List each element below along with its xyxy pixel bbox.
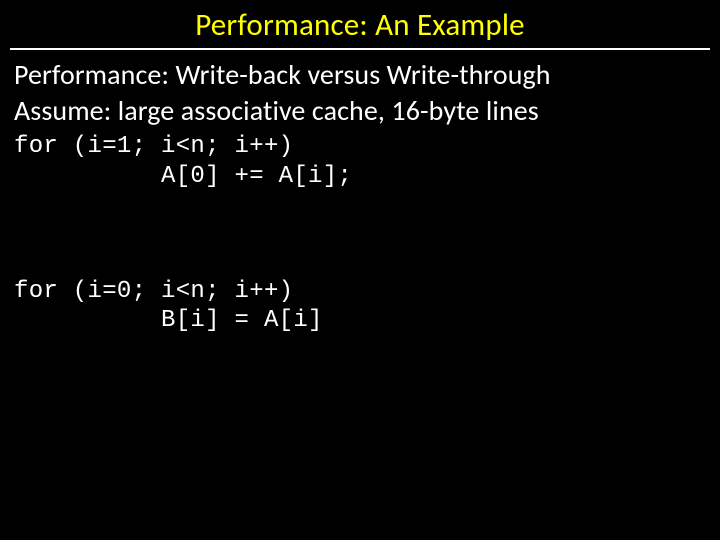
slide: Performance: An Example Performance: Wri… [0,0,720,540]
code-block-2: for (i=0; i<n; i++) B[i] = A[i] [14,277,706,336]
code-block-1: for (i=1; i<n; i++) A[0] += A[i]; [14,132,706,191]
title-underline [10,48,710,50]
spacer [14,191,706,273]
slide-body: Performance: Write-back versus Write-thr… [0,56,720,335]
lead-line-1: Performance: Write-back versus Write-thr… [14,58,706,92]
lead-line-2: Assume: large associative cache, 16-byte… [14,94,706,128]
slide-title: Performance: An Example [0,0,720,48]
